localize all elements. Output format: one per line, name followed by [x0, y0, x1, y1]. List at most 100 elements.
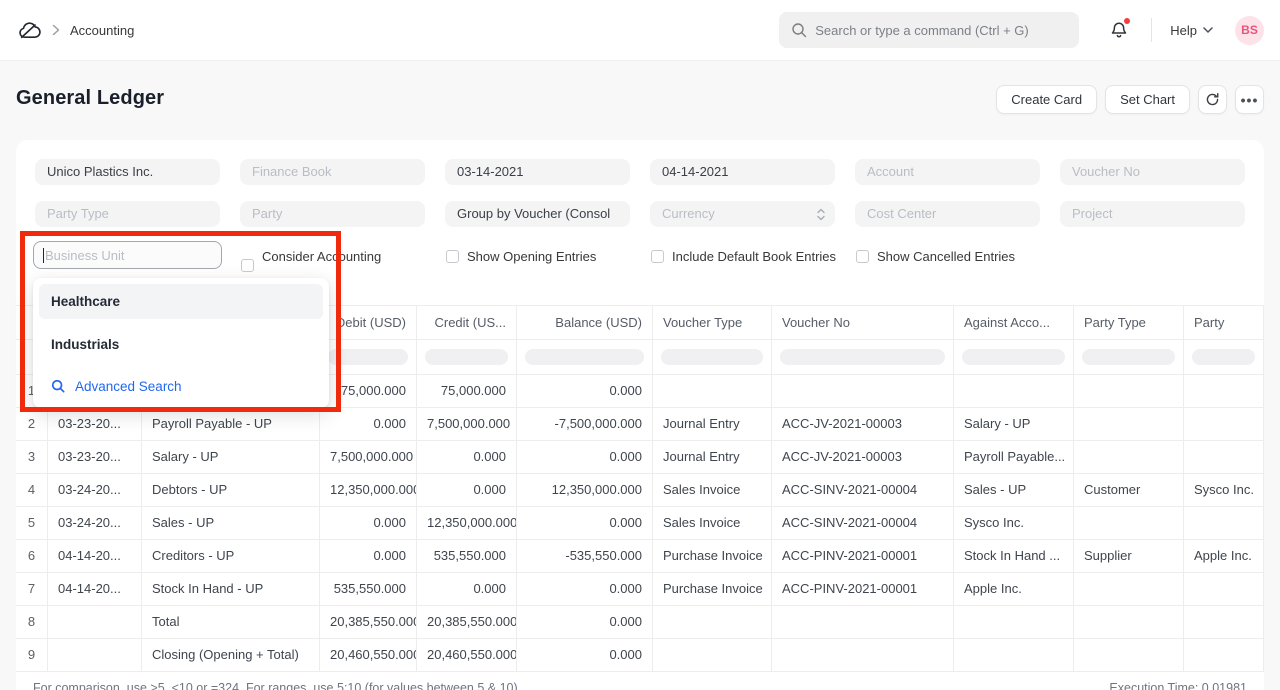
filter-party-type[interactable]: Party Type — [35, 201, 220, 227]
filter-03-14-2021[interactable]: 03-14-2021 — [445, 159, 630, 185]
cell-voucher-no[interactable] — [772, 606, 954, 638]
column-filter-input[interactable] — [328, 349, 408, 365]
cell-party[interactable] — [1184, 507, 1264, 539]
cell-credit[interactable]: 20,385,550.000 — [417, 606, 517, 638]
cell-against-account[interactable] — [954, 606, 1074, 638]
cell-account[interactable]: Payroll Payable - UP — [142, 408, 320, 440]
cell-party-type[interactable] — [1074, 639, 1184, 671]
cell-voucher-type[interactable]: Purchase Invoice — [653, 540, 772, 572]
cell-balance[interactable]: 12,350,000.000 — [517, 474, 653, 506]
cell-balance[interactable]: -7,500,000.000 — [517, 408, 653, 440]
column-filter-input[interactable] — [962, 349, 1065, 365]
cell-party-type[interactable] — [1074, 408, 1184, 440]
cell-party-type[interactable] — [1074, 606, 1184, 638]
cell-balance[interactable]: 0.000 — [517, 375, 653, 407]
cell-credit[interactable]: 75,000.000 — [417, 375, 517, 407]
dropdown-item-healthcare[interactable]: Healthcare — [39, 284, 323, 319]
cell-voucher-no[interactable]: ACC-SINV-2021-00004 — [772, 474, 954, 506]
filter-account[interactable]: Account — [855, 159, 1040, 185]
cell-voucher-no[interactable]: ACC-JV-2021-00003 — [772, 441, 954, 473]
cell-against-account[interactable] — [954, 375, 1074, 407]
avatar[interactable]: BS — [1235, 16, 1264, 45]
filter-finance-book[interactable]: Finance Book — [240, 159, 425, 185]
cell-posting-date[interactable]: 03-23-20... — [48, 408, 142, 440]
cell-voucher-type[interactable] — [653, 639, 772, 671]
cell-account[interactable]: Debtors - UP — [142, 474, 320, 506]
column-filter-input[interactable] — [1192, 349, 1255, 365]
refresh-button[interactable] — [1198, 85, 1227, 114]
cell-against-account[interactable]: Salary - UP — [954, 408, 1074, 440]
cell-party[interactable]: Party — [1184, 306, 1264, 339]
cell-voucher-type[interactable] — [653, 606, 772, 638]
filter-project[interactable]: Project — [1060, 201, 1245, 227]
filter-party[interactable]: Party — [240, 201, 425, 227]
cell-account[interactable]: Stock In Hand - UP — [142, 573, 320, 605]
cell-party[interactable]: Apple Inc. — [1184, 540, 1264, 572]
cell-voucher-type[interactable] — [653, 375, 772, 407]
cell-balance[interactable]: 0.000 — [517, 507, 653, 539]
cell-posting-date[interactable]: 03-23-20... — [48, 441, 142, 473]
cell-against-account[interactable]: Payroll Payable... — [954, 441, 1074, 473]
cell-debit[interactable]: 0.000 — [320, 540, 417, 572]
filter-unico-plastics-inc[interactable]: Unico Plastics Inc. — [35, 159, 220, 185]
column-filter-input[interactable] — [661, 349, 763, 365]
filter-group-by-voucher-consol[interactable]: Group by Voucher (Consol — [445, 201, 630, 227]
column-filter-input[interactable] — [525, 349, 644, 365]
cell-voucher-type[interactable]: Voucher Type — [653, 306, 772, 339]
cell-posting-date[interactable]: 04-14-20... — [48, 573, 142, 605]
cell-voucher-no[interactable]: ACC-SINV-2021-00004 — [772, 507, 954, 539]
column-filter-input[interactable] — [425, 349, 508, 365]
cell-credit[interactable]: 12,350,000.000 — [417, 507, 517, 539]
cell-balance[interactable]: Balance (USD) — [517, 306, 653, 339]
cell-debit[interactable]: 20,385,550.000 — [320, 606, 417, 638]
cell-party[interactable]: Sysco Inc. — [1184, 474, 1264, 506]
cell-party-type[interactable]: Party Type — [1074, 306, 1184, 339]
cell-party-type[interactable] — [1074, 340, 1184, 374]
cell-credit[interactable] — [417, 340, 517, 374]
cell-party[interactable] — [1184, 606, 1264, 638]
cell-voucher-no[interactable]: ACC-PINV-2021-00001 — [772, 540, 954, 572]
cell-voucher-no[interactable] — [772, 340, 954, 374]
checkbox-show-cancelled-entries[interactable]: Show Cancelled Entries — [856, 243, 1015, 269]
cell-against-account[interactable] — [954, 639, 1074, 671]
column-filter-input[interactable] — [780, 349, 945, 365]
cell-posting-date[interactable]: 04-14-20... — [48, 540, 142, 572]
cell-voucher-no[interactable] — [772, 375, 954, 407]
cell-debit[interactable]: 535,550.000 — [320, 573, 417, 605]
cell-party-type[interactable] — [1074, 375, 1184, 407]
filter-voucher-no[interactable]: Voucher No — [1060, 159, 1245, 185]
cell-voucher-no[interactable]: Voucher No — [772, 306, 954, 339]
cell-posting-date[interactable]: 03-24-20... — [48, 507, 142, 539]
cell-voucher-no[interactable]: ACC-JV-2021-00003 — [772, 408, 954, 440]
cell-party-type[interactable] — [1074, 507, 1184, 539]
cell-party-type[interactable]: Supplier — [1074, 540, 1184, 572]
cell-against-account[interactable]: Sysco Inc. — [954, 507, 1074, 539]
cell-credit[interactable]: 0.000 — [417, 474, 517, 506]
cell-party-type[interactable] — [1074, 573, 1184, 605]
cell-against-account[interactable]: Against Acco... — [954, 306, 1074, 339]
cell-credit[interactable]: 0.000 — [417, 573, 517, 605]
cell-debit[interactable]: 75,000.000 — [320, 375, 417, 407]
column-filter-input[interactable] — [1082, 349, 1175, 365]
cell-account[interactable]: Closing (Opening + Total) — [142, 639, 320, 671]
cell-against-account[interactable] — [954, 340, 1074, 374]
cell-debit[interactable] — [320, 340, 417, 374]
cell-debit[interactable]: 12,350,000.000 — [320, 474, 417, 506]
cell-credit[interactable]: Credit (US... — [417, 306, 517, 339]
cell-party[interactable] — [1184, 408, 1264, 440]
cell-account[interactable]: Sales - UP — [142, 507, 320, 539]
cell-credit[interactable]: 7,500,000.000 — [417, 408, 517, 440]
filter-cost-center[interactable]: Cost Center — [855, 201, 1040, 227]
cell-against-account[interactable]: Apple Inc. — [954, 573, 1074, 605]
cell-posting-date[interactable] — [48, 606, 142, 638]
cell-party-type[interactable]: Customer — [1074, 474, 1184, 506]
cell-voucher-no[interactable] — [772, 639, 954, 671]
cell-posting-date[interactable] — [48, 639, 142, 671]
cell-balance[interactable]: -535,550.000 — [517, 540, 653, 572]
checkbox[interactable] — [856, 250, 869, 263]
cell-posting-date[interactable]: 03-24-20... — [48, 474, 142, 506]
checkbox[interactable] — [241, 259, 254, 272]
advanced-search-link[interactable]: Advanced Search — [39, 370, 323, 402]
cell-party[interactable] — [1184, 639, 1264, 671]
cell-party-type[interactable] — [1074, 441, 1184, 473]
